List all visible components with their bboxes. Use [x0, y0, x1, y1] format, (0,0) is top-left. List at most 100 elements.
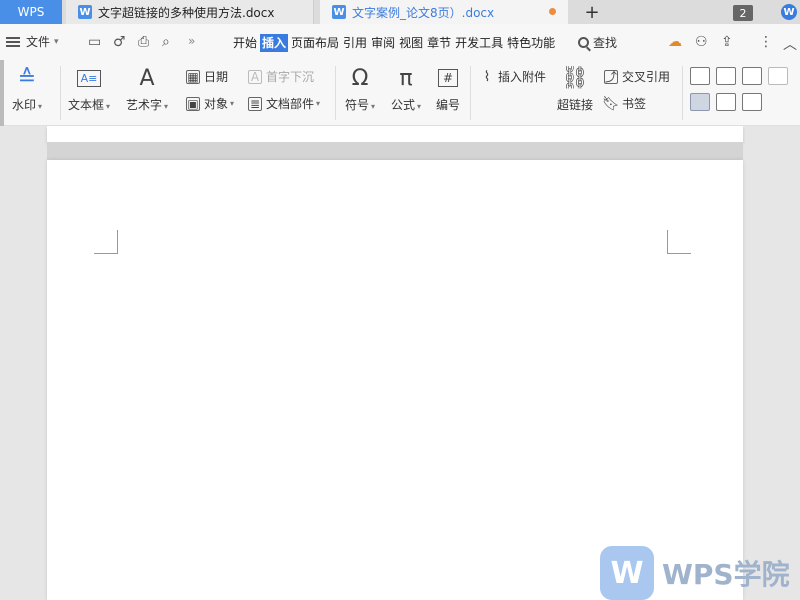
content-control-undo-icon[interactable]	[716, 93, 736, 111]
object-label: 对象	[204, 97, 229, 111]
tab-bar: WPS W 文字超链接的多种使用方法.docx W 文字案例_论文8页）.doc…	[0, 0, 800, 24]
wordart-button[interactable]: A 艺术字 ▾	[126, 64, 168, 113]
content-control-text-icon[interactable]	[690, 67, 710, 85]
tab-insert[interactable]: 插入	[260, 34, 289, 52]
watermark-icon: ≙	[17, 65, 37, 91]
tab-sections[interactable]: 章节	[426, 34, 452, 52]
wordart-icon: A	[139, 65, 155, 91]
ribbon-separator	[470, 66, 471, 120]
symbol-label: 符号	[345, 98, 370, 112]
watermark-text: WPS学院	[662, 558, 790, 591]
page-gap	[47, 142, 743, 160]
wps-home-label: WPS	[17, 5, 45, 19]
pi-icon: π	[399, 65, 413, 91]
bookmark-label: 书签	[622, 97, 647, 111]
cross-reference-icon: ⤴	[604, 69, 618, 84]
wps-logo-icon: W	[600, 546, 654, 600]
paperclip-icon: ⌇	[483, 68, 491, 85]
drop-cap-icon: A	[248, 69, 262, 84]
ribbon-separator	[335, 66, 336, 120]
content-control-lock-icon[interactable]	[742, 93, 762, 111]
content-control-list-icon[interactable]	[742, 67, 762, 85]
ribbon-separator	[682, 66, 683, 120]
tab-special-features[interactable]: 特色功能	[506, 34, 556, 52]
unsaved-indicator	[549, 8, 556, 15]
share-icon[interactable]: ⇪	[721, 34, 733, 50]
previous-page-bottom	[47, 126, 743, 142]
wps-home-tab[interactable]: WPS	[0, 0, 62, 24]
insert-ribbon: ≙ 水印 ▾ A≡ 文本框 ▾ A 艺术字 ▾ ▦ 日期 A 首字下沉 ▣ 对象 ▾ ≣…	[0, 60, 800, 126]
document-tab-2-title: 文字案例_论文8页）.docx	[352, 5, 495, 20]
formula-button[interactable]: π 公式 ▾	[391, 64, 421, 113]
object-icon: ▣	[186, 96, 200, 111]
new-tab-button[interactable]: +	[580, 0, 604, 24]
insert-attachment-button[interactable]: ⌇ 插入附件	[480, 68, 546, 85]
doc-parts-label: 文档部件	[266, 97, 315, 111]
textbox-button[interactable]: A≡ 文本框 ▾	[68, 64, 110, 113]
date-button[interactable]: ▦ 日期	[186, 68, 228, 85]
tab-references[interactable]: 引用	[342, 34, 368, 52]
more-quick-access-icon[interactable]: »	[188, 34, 195, 48]
symbol-button[interactable]: Ω 符号 ▾	[345, 64, 375, 113]
textbox-icon: A≡	[76, 64, 102, 92]
tab-home[interactable]: 开始	[232, 34, 258, 52]
content-control-picture-icon[interactable]	[768, 67, 788, 85]
wps-academy-watermark: W WPS学院	[600, 546, 790, 600]
file-menu-label: 文件	[26, 35, 51, 49]
chevron-down-icon: ▾	[54, 36, 59, 47]
hyperlink-label: 超链接	[557, 98, 594, 112]
doc-parts-button[interactable]: ≣ 文档部件 ▾	[248, 95, 320, 112]
window-count-badge[interactable]: 2	[733, 5, 753, 21]
document-tab-1-title: 文字超链接的多种使用方法.docx	[98, 5, 275, 20]
format-painter-icon[interactable]: ♂	[113, 34, 126, 50]
search-label: 查找	[593, 36, 618, 50]
cloud-sync-icon[interactable]: ☁	[668, 34, 682, 50]
print-preview-icon[interactable]: ⌕	[162, 34, 170, 50]
margin-corner-mark	[94, 230, 118, 254]
numbering-icon: #	[437, 64, 459, 92]
wps-account-icon[interactable]: W	[781, 4, 797, 20]
drop-cap-button[interactable]: A 首字下沉	[248, 68, 314, 85]
doc-parts-icon: ≣	[248, 96, 262, 111]
tab-review[interactable]: 审阅	[370, 34, 396, 52]
content-control-checkbox-icon[interactable]	[716, 67, 736, 85]
watermark-label: 水印	[12, 98, 37, 112]
ribbon-edge	[0, 60, 4, 126]
save-icon[interactable]: ▭	[88, 34, 101, 50]
drop-cap-label: 首字下沉	[266, 70, 315, 84]
ribbon-tabs: 开始 插入 页面布局 引用 审阅 视图 章节 开发工具 特色功能	[232, 34, 558, 52]
search-button[interactable]: 查找	[578, 34, 617, 51]
tab-page-layout[interactable]: 页面布局	[290, 34, 340, 52]
hamburger-icon	[6, 36, 20, 47]
writer-doc-icon: W	[78, 5, 92, 19]
share-user-icon[interactable]: ⚇	[695, 34, 708, 50]
formula-label: 公式	[391, 98, 416, 112]
document-page[interactable]	[47, 160, 743, 600]
more-options-icon[interactable]: ⋮	[759, 34, 773, 50]
document-tab-1[interactable]: W 文字超链接的多种使用方法.docx	[66, 0, 314, 24]
writer-doc-icon: W	[332, 5, 346, 19]
ribbon-separator	[60, 66, 61, 120]
tab-view[interactable]: 视图	[398, 34, 424, 52]
date-label: 日期	[204, 70, 229, 84]
numbering-label: 编号	[436, 98, 461, 112]
margin-corner-mark	[667, 230, 691, 254]
print-icon[interactable]: ⎙	[138, 34, 149, 50]
collapse-ribbon-icon[interactable]: ︿	[783, 34, 797, 54]
wordart-label: 艺术字	[126, 98, 163, 112]
bookmark-icon: 🔖︎	[602, 95, 620, 112]
search-icon	[578, 37, 589, 48]
cross-reference-label: 交叉引用	[622, 70, 671, 84]
tab-developer[interactable]: 开发工具	[454, 34, 504, 52]
document-tab-2[interactable]: W 文字案例_论文8页）.docx	[320, 0, 568, 24]
hyperlink-button[interactable]: ⛓ 超链接	[557, 64, 593, 113]
file-menu[interactable]: 文件 ▾	[6, 33, 59, 50]
numbering-button[interactable]: # 编号	[436, 64, 460, 113]
bookmark-button[interactable]: 🔖︎ 书签	[602, 95, 647, 112]
calendar-icon: ▦	[186, 69, 200, 84]
watermark-button[interactable]: ≙ 水印 ▾	[12, 64, 42, 113]
content-control-frame-icon[interactable]	[690, 93, 710, 111]
link-icon: ⛓	[561, 65, 589, 91]
object-button[interactable]: ▣ 对象 ▾	[186, 95, 234, 112]
cross-reference-button[interactable]: ⤴ 交叉引用	[604, 68, 670, 85]
